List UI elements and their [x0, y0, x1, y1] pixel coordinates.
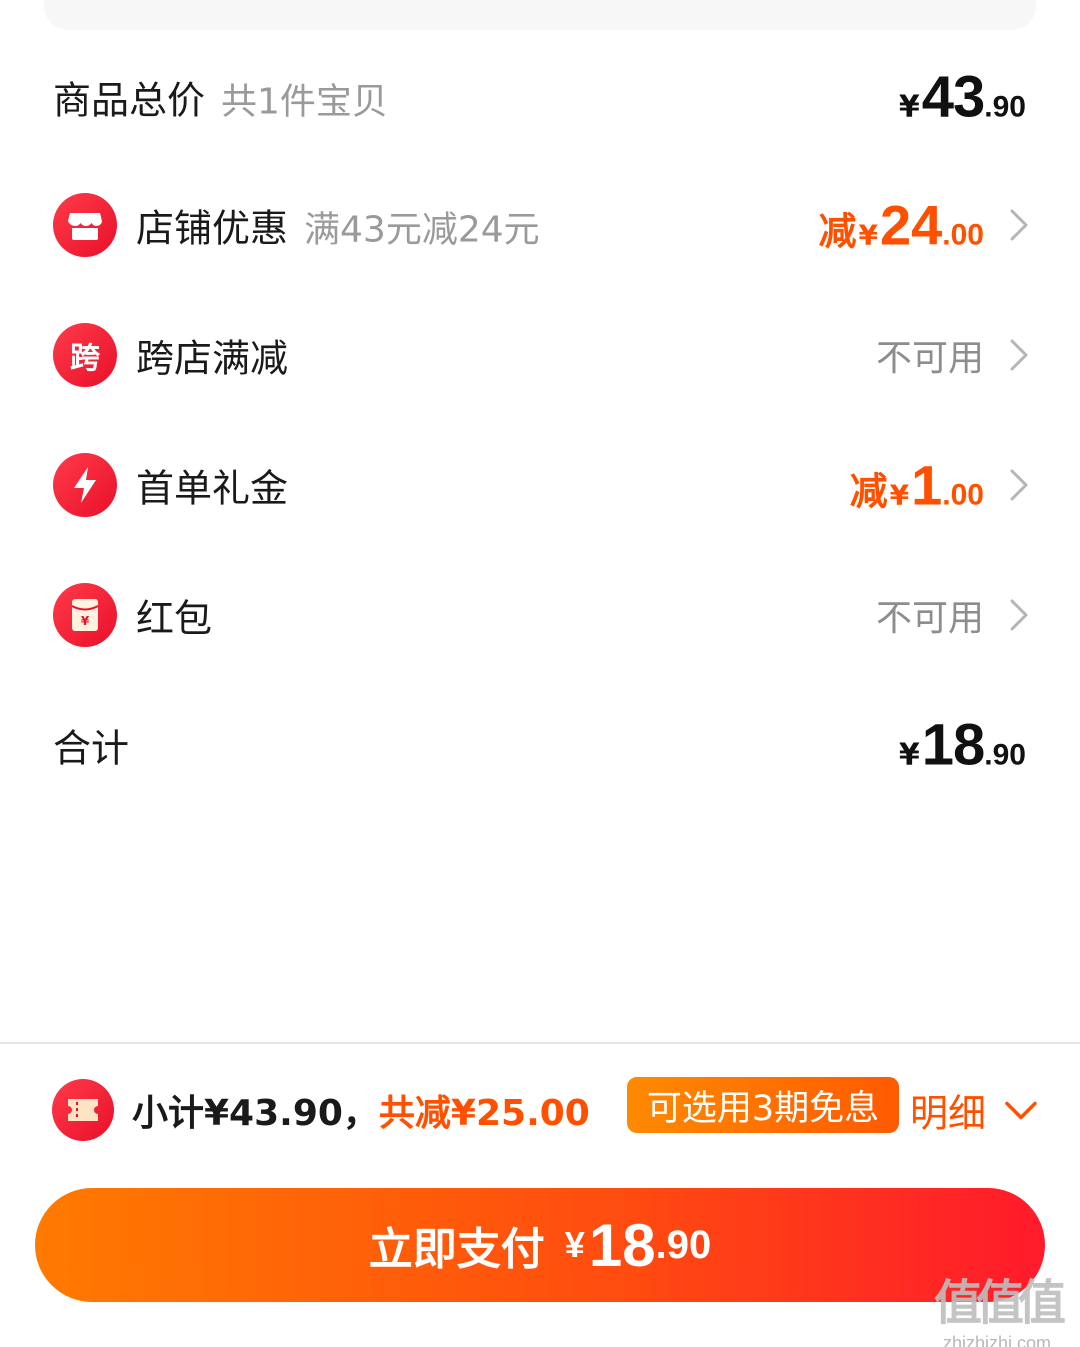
shop-discount-rule: 满43元减24元	[304, 209, 540, 251]
sum-label: 合计	[53, 726, 130, 771]
price-integer: 24	[879, 193, 943, 257]
shop-discount-row[interactable]: 店铺优惠 满43元减24元 减 ¥ 24 .00	[0, 170, 1080, 280]
pay-now-label: 立即支付	[368, 1225, 545, 1274]
cross-store-status: 不可用	[875, 338, 984, 379]
shop-discount-label: 店铺优惠	[136, 206, 289, 251]
installment-badge[interactable]: 可选用3期免息	[627, 1077, 899, 1133]
checkout-summary-bar: 小计¥43.90，共减¥25.00 可选用3期免息 明细	[0, 1060, 1080, 1160]
detail-toggle-button[interactable]: 明细	[910, 1083, 1038, 1138]
price-integer: 18	[921, 712, 986, 778]
currency-symbol: ¥	[889, 478, 910, 512]
saved-amount: 共减¥25.00	[378, 1093, 590, 1134]
minus-label: 减	[818, 209, 857, 254]
minus-label: 减	[849, 469, 888, 514]
first-order-gift-label: 首单礼金	[136, 466, 289, 511]
cross-store-discount-row[interactable]: 跨 跨店满减 不可用	[0, 300, 1080, 410]
first-order-gift-amount: 减 ¥ 1 .00	[850, 453, 984, 518]
price-decimal: .00	[942, 478, 984, 512]
red-packet-label: 红包	[136, 596, 213, 641]
goods-total-label: 商品总价	[53, 78, 206, 123]
first-order-gift-row[interactable]: 首单礼金 减 ¥ 1 .00	[0, 430, 1080, 540]
price-decimal: .00	[942, 218, 984, 252]
shop-discount-label-wrap: 店铺优惠 满43元减24元	[136, 198, 540, 253]
chevron-right-icon	[1010, 339, 1028, 371]
ticket-icon	[52, 1079, 114, 1141]
red-packet-row[interactable]: ¥ 红包 不可用	[0, 560, 1080, 670]
red-packet-icon: ¥	[53, 583, 117, 647]
price-decimal: .90	[984, 738, 1026, 772]
cross-store-icon-char: 跨	[70, 341, 100, 376]
subtotal-amount: 小计¥43.90，	[132, 1093, 379, 1134]
price-decimal: .90	[655, 1222, 712, 1267]
currency-symbol: ¥	[858, 218, 878, 252]
watermark-logo: 值值值	[933, 1275, 1066, 1331]
goods-total-label-wrap: 商品总价 共1件宝贝	[53, 70, 388, 125]
footer-divider	[0, 1042, 1080, 1044]
price-decimal: .90	[984, 90, 1026, 124]
goods-total-row: 商品总价 共1件宝贝 ¥ 43 .90	[0, 42, 1080, 152]
red-packet-icon-yen: ¥	[81, 614, 90, 628]
price-integer: 43	[921, 64, 986, 130]
currency-symbol: ¥	[898, 89, 920, 125]
cross-store-label: 跨店满减	[136, 336, 289, 381]
previous-card-bottom	[44, 0, 1036, 30]
site-watermark: 值值值 zhizhizhi.com	[922, 1263, 1072, 1347]
pay-now-button[interactable]: 立即支付 ¥ 18 .90	[35, 1188, 1045, 1302]
item-count: 共1件宝贝	[221, 81, 388, 123]
currency-symbol: ¥	[898, 737, 920, 773]
sum-row: 合计 ¥ 18 .90	[0, 690, 1080, 800]
chevron-down-icon	[1005, 1101, 1037, 1119]
price-integer: 1	[911, 453, 943, 517]
detail-label: 明细	[910, 1091, 987, 1136]
lightning-icon	[53, 453, 117, 517]
currency-symbol: ¥	[564, 1224, 585, 1265]
watermark-url: zhizhizhi.com	[942, 1333, 1052, 1347]
price-integer: 18	[588, 1211, 656, 1279]
subtotal-text: 小计¥43.90，共减¥25.00	[132, 1084, 590, 1136]
store-icon	[53, 193, 117, 257]
cross-store-char-icon: 跨	[53, 323, 117, 387]
sum-price: ¥ 18 .90	[899, 712, 1026, 779]
goods-total-price: ¥ 43 .90	[899, 64, 1026, 131]
chevron-right-icon	[1010, 599, 1028, 631]
shop-discount-amount: 减 ¥ 24 .00	[818, 193, 984, 258]
chevron-right-icon	[1010, 209, 1028, 241]
red-packet-status: 不可用	[875, 598, 984, 639]
chevron-right-icon	[1010, 469, 1028, 501]
